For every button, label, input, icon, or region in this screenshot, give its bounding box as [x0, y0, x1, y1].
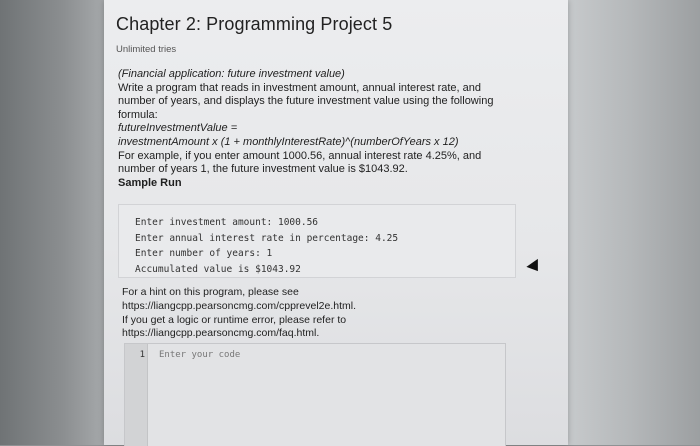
background-right — [560, 0, 700, 445]
problem-body: Write a program that reads in investment… — [118, 81, 494, 121]
sample-run-box: Enter investment amount: 1000.56 Enter an… — [118, 204, 516, 278]
faq-link[interactable]: https://liangcpp.pearsoncmg.com/faq.html… — [122, 327, 502, 341]
editor-gutter: 1 — [125, 344, 148, 446]
sample-line: Enter investment amount: 1000.56 — [135, 217, 319, 228]
sample-line: Enter number of years: 1 — [135, 248, 273, 259]
assignment-page: Chapter 2: Programming Project 5 Unlimit… — [104, 0, 568, 446]
code-input-placeholder[interactable]: Enter your code — [159, 350, 240, 360]
hint-link[interactable]: https://liangcpp.pearsoncmg.com/cpprevel… — [122, 300, 502, 314]
code-editor[interactable]: 1 Enter your code — [124, 343, 506, 446]
hint-text: For a hint on this program, please see — [122, 286, 299, 298]
sample-run-output: Enter investment amount: 1000.56 Enter an… — [135, 215, 398, 277]
tries-label: Unlimited tries — [116, 44, 177, 55]
sample-line: Enter annual interest rate in percentage… — [135, 232, 399, 244]
page-title: Chapter 2: Programming Project 5 — [116, 14, 393, 34]
sample-run-heading: Sample Run — [118, 176, 182, 189]
formula-line-1: futureInvestmentValue = — [118, 122, 238, 135]
example-text: For example, if you enter amount 1000.56… — [118, 149, 482, 176]
sample-line: Accumulated value is $1043.92 — [135, 263, 301, 275]
problem-subtitle: (Financial application: future investmen… — [118, 68, 345, 80]
hint-section: For a hint on this program, please see h… — [122, 286, 502, 341]
formula-line-2: investmentAmount x (1 + monthlyInterestR… — [118, 135, 459, 148]
line-number: 1 — [139, 350, 145, 360]
error-help-text: If you get a logic or runtime error, ple… — [122, 313, 347, 326]
problem-description: (Financial application: future investmen… — [118, 68, 518, 190]
background-left — [0, 0, 104, 445]
